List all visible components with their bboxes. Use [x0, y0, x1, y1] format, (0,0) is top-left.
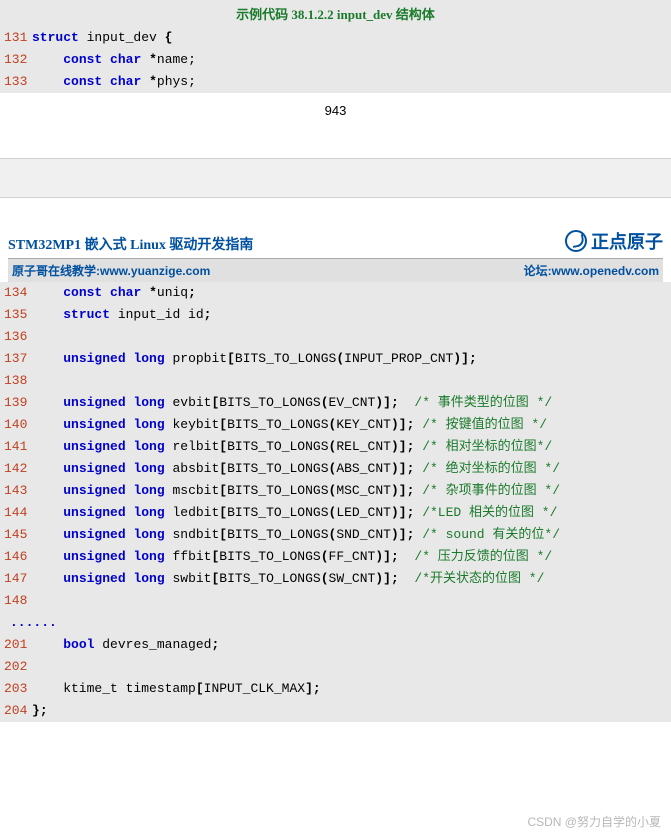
line-number: 135: [4, 305, 32, 325]
code-line: 137 unsigned long propbit[BITS_TO_LONGS(…: [0, 348, 671, 370]
code-block-top: 示例代码 38.1.2.2 input_dev 结构体 131 struct i…: [0, 0, 671, 93]
forum-link[interactable]: www.openedv.com: [552, 264, 659, 278]
line-number: 144: [4, 503, 32, 523]
line-number: 142: [4, 459, 32, 479]
code-line: 132 const char *name;: [0, 49, 671, 71]
line-number: 131: [4, 28, 32, 48]
line-number: 147: [4, 569, 32, 589]
code-line: 135 struct input_id id;: [0, 304, 671, 326]
header-right: 论坛:www.openedv.com: [524, 262, 659, 279]
line-number: 145: [4, 525, 32, 545]
page-number: 943: [0, 93, 671, 138]
line-number: 141: [4, 437, 32, 457]
code-line: 145 unsigned long sndbit[BITS_TO_LONGS(S…: [0, 524, 671, 546]
code-line: 204};: [0, 700, 671, 722]
brand-logo: 正点原子: [565, 228, 663, 254]
watermark: CSDN @努力自学的小夏: [527, 813, 661, 830]
line-number: 136: [4, 327, 32, 347]
code-line: 146 unsigned long ffbit[BITS_TO_LONGS(FF…: [0, 546, 671, 568]
line-number: 137: [4, 349, 32, 369]
code-line: 142 unsigned long absbit[BITS_TO_LONGS(A…: [0, 458, 671, 480]
page-gap: [0, 158, 671, 198]
teach-link[interactable]: www.yuanzige.com: [100, 264, 210, 278]
line-number: 201: [4, 635, 32, 655]
line-number: 138: [4, 371, 32, 391]
code-line: 133 const char *phys;: [0, 71, 671, 93]
line-number: 140: [4, 415, 32, 435]
line-number: 203: [4, 679, 32, 699]
code-line: 203 ktime_t timestamp[INPUT_CLK_MAX];: [0, 678, 671, 700]
code-line: 148: [0, 590, 671, 612]
code-line: 202: [0, 656, 671, 678]
code-title: 示例代码 38.1.2.2 input_dev 结构体: [0, 0, 671, 27]
code-line: 134 const char *uniq;: [0, 282, 671, 304]
code-line: 139 unsigned long evbit[BITS_TO_LONGS(EV…: [0, 392, 671, 414]
line-number: 143: [4, 481, 32, 501]
line-number: 132: [4, 50, 32, 70]
line-number: 139: [4, 393, 32, 413]
code-line: 140 unsigned long keybit[BITS_TO_LONGS(K…: [0, 414, 671, 436]
header-left: 原子哥在线教学:www.yuanzige.com: [12, 262, 210, 279]
code-line: 141 unsigned long relbit[BITS_TO_LONGS(R…: [0, 436, 671, 458]
code-line: 147 unsigned long swbit[BITS_TO_LONGS(SW…: [0, 568, 671, 590]
line-number: 146: [4, 547, 32, 567]
line-number: 202: [4, 657, 32, 677]
line-number: 133: [4, 72, 32, 92]
code-line: 143 unsigned long mscbit[BITS_TO_LONGS(M…: [0, 480, 671, 502]
line-number: 148: [4, 591, 32, 611]
page-header: STM32MP1 嵌入式 Linux 驱动开发指南 正点原子 原子哥在线教学:w…: [0, 228, 671, 282]
doc-title: STM32MP1 嵌入式 Linux 驱动开发指南: [8, 234, 253, 254]
code-line: 144 unsigned long ledbit[BITS_TO_LONGS(L…: [0, 502, 671, 524]
line-number: 204: [4, 701, 32, 721]
code-line: 138: [0, 370, 671, 392]
code-block-bottom: 134 const char *uniq;135 struct input_id…: [0, 282, 671, 722]
line-number: 134: [4, 283, 32, 303]
logo-icon: [565, 230, 587, 252]
code-line: 201 bool devres_managed;: [0, 634, 671, 656]
code-line: 131 struct input_dev {: [0, 27, 671, 49]
code-line: 136: [0, 326, 671, 348]
brand-name: 正点原子: [591, 228, 663, 254]
